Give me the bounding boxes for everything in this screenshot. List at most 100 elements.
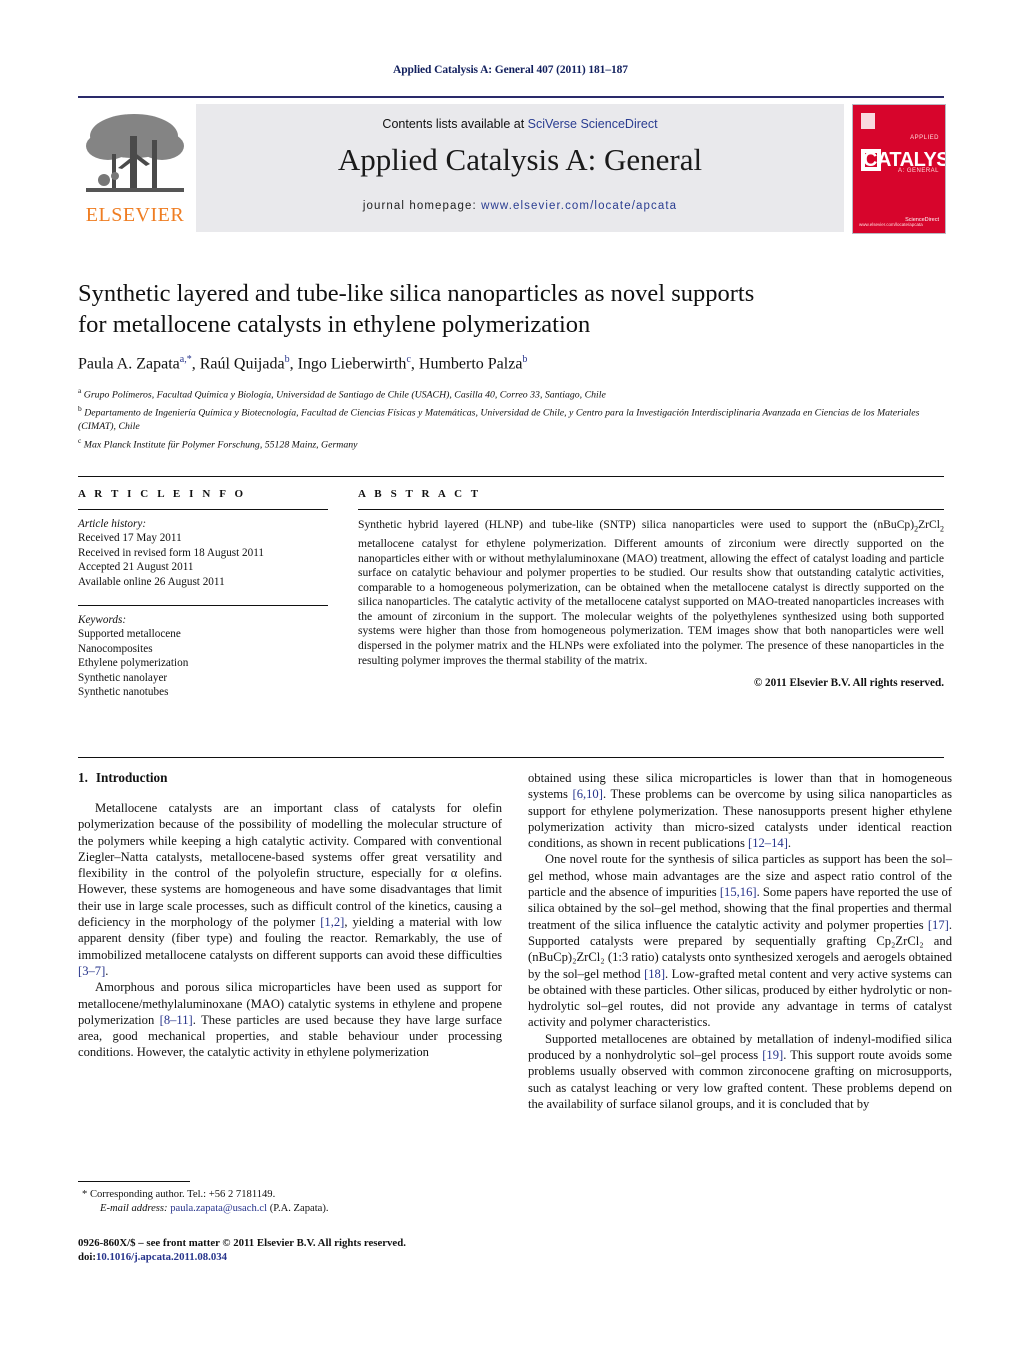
history-item: Available online 26 August 2011 [78, 575, 225, 588]
title-block: Synthetic layered and tube-like silica n… [78, 278, 944, 452]
copyright-line: © 2011 Elsevier B.V. All rights reserved… [753, 677, 944, 690]
journal-homepage-line: journal homepage: www.elsevier.com/locat… [196, 200, 844, 212]
abstract-column: A B S T R A C T Synthetic hybrid layered… [358, 488, 944, 689]
abstract-rule [358, 509, 944, 510]
affiliation-marker: a [78, 386, 82, 396]
section-heading-introduction: 1. Introduction [78, 770, 502, 786]
article-history-block: Article history: Received 17 May 2011 Re… [78, 517, 328, 589]
abstract-text: Synthetic hybrid layered (HLNP) and tube… [358, 518, 944, 668]
journal-cover-thumbnail: APPLIED CATALYSIS A: GENERAL www.elsevie… [852, 104, 946, 234]
affiliation-text: Grupo Polímeros, Facultad Química y Biol… [83, 389, 606, 401]
title-line-1: Synthetic layered and tube-like silica n… [78, 280, 755, 307]
abstract-part-2: ZrCl [918, 518, 940, 531]
paragraph-text: . [105, 963, 109, 978]
author-list: Paula A. Zapataa,*, Raúl Quijadab, Ingo … [78, 354, 528, 373]
citation-ref[interactable]: [15,16] [720, 885, 757, 899]
keywords-label: Keywords: [78, 614, 127, 627]
paragraph-text: Metallocene catalysts are an important c… [78, 801, 502, 930]
keyword-item: Supported metallocene [78, 628, 181, 641]
doi-link[interactable]: 10.1016/j.apcata.2011.08.034 [96, 1251, 227, 1263]
keyword-item: Nanocomposites [78, 642, 153, 655]
affiliation-list: a Grupo Polímeros, Facultad Química y Bi… [78, 384, 944, 451]
running-head: Applied Catalysis A: General 407 (2011) … [393, 64, 628, 76]
citation-ref[interactable]: [6,10] [573, 787, 603, 801]
citation-ref[interactable]: [12–14] [748, 836, 788, 850]
title-line-2: for metallocene catalysts in ethylene po… [78, 311, 591, 338]
article-info-column: A R T I C L E I N F O Article history: R… [78, 488, 328, 699]
citation-ref[interactable]: [3–7] [78, 964, 105, 978]
affiliation-item: c Max Planck Institute für Polymer Forsc… [78, 434, 944, 452]
paragraph: Supported metallocenes are obtained by m… [528, 1031, 952, 1112]
paragraph-text: . [787, 836, 792, 851]
citation-ref[interactable]: [8–11] [160, 1013, 193, 1027]
section-number: 1. [78, 770, 88, 785]
keywords-block: Keywords: Supported metallocene Nanocomp… [78, 613, 328, 699]
keyword-item: Synthetic nanotubes [78, 686, 169, 699]
history-item: Received 17 May 2011 [78, 532, 182, 545]
affiliation-item: a Grupo Polímeros, Facultad Química y Bi… [78, 384, 944, 402]
author-affil-marker: b [284, 354, 290, 365]
journal-title: Applied Catalysis A: General [337, 142, 703, 177]
keyword-item: Synthetic nanolayer [78, 671, 168, 684]
citation-ref[interactable]: [1,2] [320, 915, 344, 929]
author-name: Ingo Lieberwirth [297, 355, 407, 373]
email-suffix: (P.A. Zapata). [267, 1203, 329, 1214]
email-note: E-mail address: paula.zapata@usach.cl (P… [78, 1202, 502, 1216]
section-title: Introduction [95, 770, 168, 785]
keyword-item: Ethylene polymerization [78, 657, 189, 670]
email-link[interactable]: paula.zapata@usach.cl [170, 1203, 267, 1214]
info-section-top-rule [78, 476, 944, 477]
journal-masthead: ELSEVIER Contents lists available at Sci… [78, 96, 946, 238]
doi-prefix: doi: [78, 1251, 96, 1264]
homepage-url-link[interactable]: www.elsevier.com/locate/apcata [481, 200, 677, 212]
abstract-part-1: Synthetic hybrid layered (HLNP) and tube… [358, 518, 915, 531]
corresponding-author-note: * Corresponding author. Tel.: +56 2 7181… [82, 1189, 276, 1200]
doi-line: doi:10.1016/j.apcata.2011.08.034 [78, 1250, 538, 1264]
author-affil-marker: b [522, 354, 528, 365]
author-affil-marker: c [406, 354, 411, 365]
footnote-block: * Corresponding author. Tel.: +56 2 7181… [78, 1188, 502, 1216]
abstract-bottom-rule [78, 757, 944, 758]
paragraph: Metallocene catalysts are an important c… [78, 800, 502, 979]
abstract-sub-2: 2 [940, 524, 944, 534]
affiliation-text: Max Planck Institute für Polymer Forschu… [83, 438, 358, 450]
history-item: Received in revised form 18 August 2011 [78, 546, 265, 559]
author-affil-marker: a,* [179, 354, 192, 365]
citation-ref[interactable]: [19] [762, 1048, 783, 1062]
cover-subtitle-top: APPLIED [910, 135, 939, 141]
article-info-rule [78, 509, 328, 510]
author-name: Raúl Quijada [199, 355, 285, 373]
paragraph: One novel route for the synthesis of sil… [528, 851, 952, 1030]
issn-doi-block: 0926-860X/$ – see front matter © 2011 El… [78, 1236, 538, 1265]
article-history-label: Article history: [78, 518, 147, 530]
footnote-rule [78, 1181, 190, 1182]
elsevier-wordmark: ELSEVIER [85, 204, 185, 226]
abstract-part-3: metallocene catalyst for ethylene polyme… [358, 536, 944, 667]
citation-ref[interactable]: [17] [928, 918, 949, 932]
affiliation-marker: c [78, 435, 82, 445]
contents-banner: Contents lists available at SciVerse Sci… [196, 104, 844, 232]
page-title: Synthetic layered and tube-like silica n… [78, 278, 944, 340]
affiliation-marker: b [78, 404, 82, 414]
elsevier-logo: ELSEVIER [78, 104, 192, 232]
affiliation-text: Departamento de Ingeniería Química y Bio… [78, 407, 920, 433]
paragraph: Amorphous and porous silica microparticl… [78, 979, 502, 1060]
article-info-heading: A R T I C L E I N F O [78, 488, 247, 500]
abstract-heading: A B S T R A C T [358, 488, 482, 500]
history-item: Accepted 21 August 2011 [78, 561, 194, 574]
affiliation-item: b Departamento de Ingeniería Química y B… [78, 402, 944, 433]
paragraph: obtained using these silica microparticl… [528, 770, 952, 851]
issn-line: 0926-860X/$ – see front matter © 2011 El… [78, 1237, 406, 1249]
author-name: Paula A. Zapata [78, 355, 180, 373]
author-name: Humberto Palza [418, 355, 523, 373]
email-label: E-mail address: [100, 1203, 168, 1214]
body-column-left: 1. Introduction Metallocene catalysts are… [78, 770, 502, 1061]
body-column-right: obtained using these silica microparticl… [528, 770, 952, 1112]
cover-subtitle-bottom: A: GENERAL [897, 168, 939, 174]
cover-elsevier-mark-icon [861, 113, 875, 129]
paper-page: Applied Catalysis A: General 407 (2011) … [0, 0, 1021, 1351]
homepage-prefix: journal homepage: [362, 200, 482, 212]
sciencedirect-link[interactable]: SciVerse ScienceDirect [528, 117, 658, 131]
contents-prefix: Contents lists available at [382, 117, 528, 131]
citation-ref[interactable]: [18] [644, 967, 665, 981]
